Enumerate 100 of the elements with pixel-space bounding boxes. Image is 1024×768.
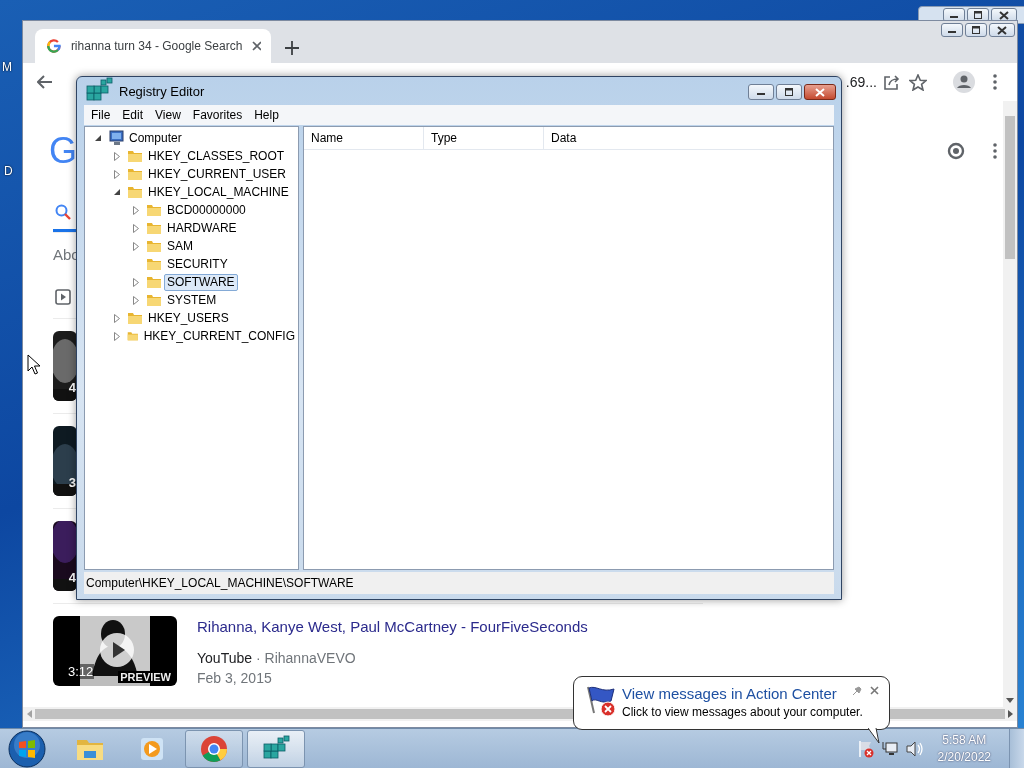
expand-arrow-icon[interactable] (133, 277, 139, 287)
notification-message: Click to view messages about your computer. (622, 705, 863, 719)
expand-arrow-icon[interactable] (133, 205, 139, 215)
network-icon[interactable] (881, 740, 898, 757)
maximize-button[interactable] (776, 84, 802, 100)
folder-icon (127, 148, 143, 164)
tree-item[interactable]: HKEY_CLASSES_ROOT (145, 147, 288, 165)
menu-icon[interactable] (993, 74, 997, 90)
preview-label: PREVIEW (118, 671, 173, 683)
folder-icon (127, 310, 143, 326)
play-icon[interactable] (99, 632, 135, 668)
column-header[interactable]: Data (544, 127, 833, 149)
start-button[interactable] (8, 729, 46, 768)
flag-icon (584, 685, 618, 717)
tree-item[interactable]: SECURITY (164, 255, 231, 273)
folder-icon (146, 292, 162, 308)
menu-item[interactable]: File (85, 108, 117, 122)
tree-item[interactable]: HKEY_LOCAL_MACHINE (145, 183, 292, 201)
folder-icon (146, 238, 162, 254)
desktop-icon-label: M (2, 60, 12, 74)
minimize-button[interactable] (941, 23, 963, 37)
status-bar: Computer\HKEY_LOCAL_MACHINE\SOFTWARE (84, 572, 834, 594)
result-source: YouTube (197, 650, 252, 666)
scroll-down-icon[interactable] (1006, 698, 1014, 703)
menu-item[interactable]: Favorites (186, 108, 249, 122)
window-title: Registry Editor (119, 83, 205, 99)
video-icon[interactable] (55, 289, 71, 305)
duration-text: 4 (68, 570, 76, 585)
google-icon (47, 38, 61, 54)
close-button[interactable] (989, 23, 1015, 37)
minimize-button[interactable] (748, 84, 774, 100)
scroll-right-icon[interactable] (1008, 710, 1013, 718)
close-icon[interactable] (252, 41, 261, 51)
media-player-icon (139, 735, 165, 762)
computer-icon (108, 130, 124, 146)
column-header[interactable]: Type (424, 127, 544, 149)
expand-arrow-icon[interactable] (133, 241, 139, 251)
google-logo[interactable]: G (49, 136, 77, 166)
browser-tab[interactable]: rihanna turn 34 - Google Search (35, 29, 271, 63)
tree-item[interactable]: HKEY_USERS (145, 309, 232, 327)
share-icon[interactable] (883, 74, 901, 90)
profile-icon[interactable] (953, 71, 975, 93)
desktop-icon-label: D (4, 164, 13, 178)
back-arrow-icon[interactable] (37, 75, 53, 89)
folder-icon (146, 202, 162, 218)
folder-icon (127, 184, 143, 200)
tree-item[interactable]: Computer (126, 129, 185, 147)
action-center-flag-icon[interactable] (857, 739, 874, 758)
close-icon (815, 87, 825, 97)
folder-icon (127, 166, 143, 182)
duration-text: 4 (68, 380, 76, 395)
maximize-icon (971, 26, 981, 34)
collapse-arrow-icon[interactable] (113, 188, 121, 196)
more-options-icon[interactable] (993, 143, 997, 159)
column-header[interactable]: Name (304, 127, 424, 149)
tree-item[interactable]: SAM (164, 237, 196, 255)
close-button[interactable] (804, 84, 836, 100)
notification-title[interactable]: View messages in Action Center (622, 685, 863, 703)
close-icon (997, 25, 1007, 35)
folder-icon (146, 256, 162, 272)
url-text[interactable]: .69... (845, 74, 877, 90)
search-icon[interactable] (55, 204, 71, 220)
expand-arrow-icon[interactable] (114, 169, 120, 179)
result-title-link[interactable]: Rihanna, Kanye West, Paul McCartney - FourFiveSeconds (197, 618, 588, 635)
star-icon[interactable] (909, 73, 927, 91)
menu-item[interactable]: Help (248, 108, 285, 122)
maximize-button[interactable] (965, 23, 987, 37)
scrollbar-thumb[interactable] (1005, 116, 1015, 259)
mouse-cursor-icon (27, 354, 40, 375)
result-channel: · RihannaVEVO (256, 650, 356, 666)
expand-arrow-icon[interactable] (114, 313, 120, 323)
taskbar-button[interactable] (185, 729, 243, 768)
duration-badge: 3:12 (67, 664, 95, 679)
tree-item[interactable]: SYSTEM (164, 291, 220, 309)
tree-item[interactable]: HARDWARE (164, 219, 240, 237)
menu-item[interactable]: View (149, 108, 187, 122)
new-tab-icon[interactable] (285, 41, 299, 55)
tree-item[interactable]: HKEY_CURRENT_USER (145, 165, 290, 183)
action-center-toast[interactable]: View messages in Action Center Click to view messages about your computer. (573, 676, 890, 730)
settings-icon[interactable] (945, 140, 967, 162)
balloon-tail (868, 728, 880, 744)
taskbar-button[interactable] (247, 729, 305, 768)
expand-arrow-icon[interactable] (114, 331, 120, 341)
maximize-icon (784, 88, 794, 96)
result-date: Feb 3, 2015 (197, 670, 273, 686)
tree-item[interactable]: SOFTWARE (164, 273, 238, 291)
menu-item[interactable]: Edit (116, 108, 150, 122)
expand-arrow-icon[interactable] (133, 295, 139, 305)
expand-arrow-icon[interactable] (133, 223, 139, 233)
close-icon[interactable] (870, 686, 879, 695)
duration-text: 3 (68, 475, 76, 490)
vertical-scrollbar[interactable] (1003, 101, 1017, 707)
tree-item[interactable]: BCD00000000 (164, 201, 249, 219)
expand-arrow-icon[interactable] (114, 151, 120, 161)
folder-icon (146, 220, 162, 236)
collapse-arrow-icon[interactable] (94, 134, 102, 142)
tree-item[interactable]: HKEY_CURRENT_CONFIG (140, 327, 298, 345)
pin-icon[interactable] (852, 686, 862, 696)
volume-icon[interactable] (905, 740, 924, 757)
close-icon (999, 10, 1009, 20)
